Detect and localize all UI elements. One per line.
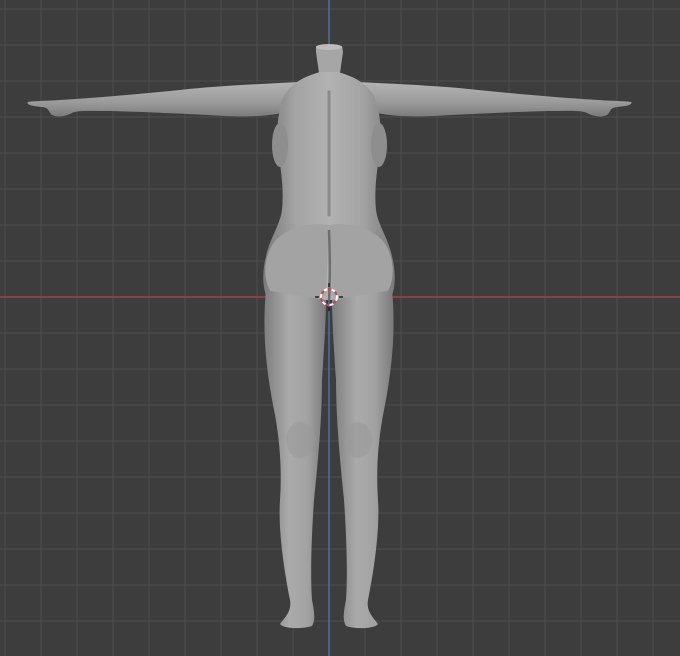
right-leg[interactable] — [332, 290, 394, 629]
neck-cap — [316, 44, 342, 50]
viewport-canvas[interactable] — [0, 0, 680, 656]
right-chest-side — [371, 123, 387, 167]
left-arm[interactable] — [27, 82, 301, 117]
right-arm[interactable] — [358, 82, 632, 117]
left-knee — [286, 422, 314, 458]
left-leg[interactable] — [264, 290, 326, 629]
left-chest-side — [272, 123, 288, 167]
right-knee — [344, 422, 372, 458]
3d-viewport[interactable] — [0, 0, 680, 656]
